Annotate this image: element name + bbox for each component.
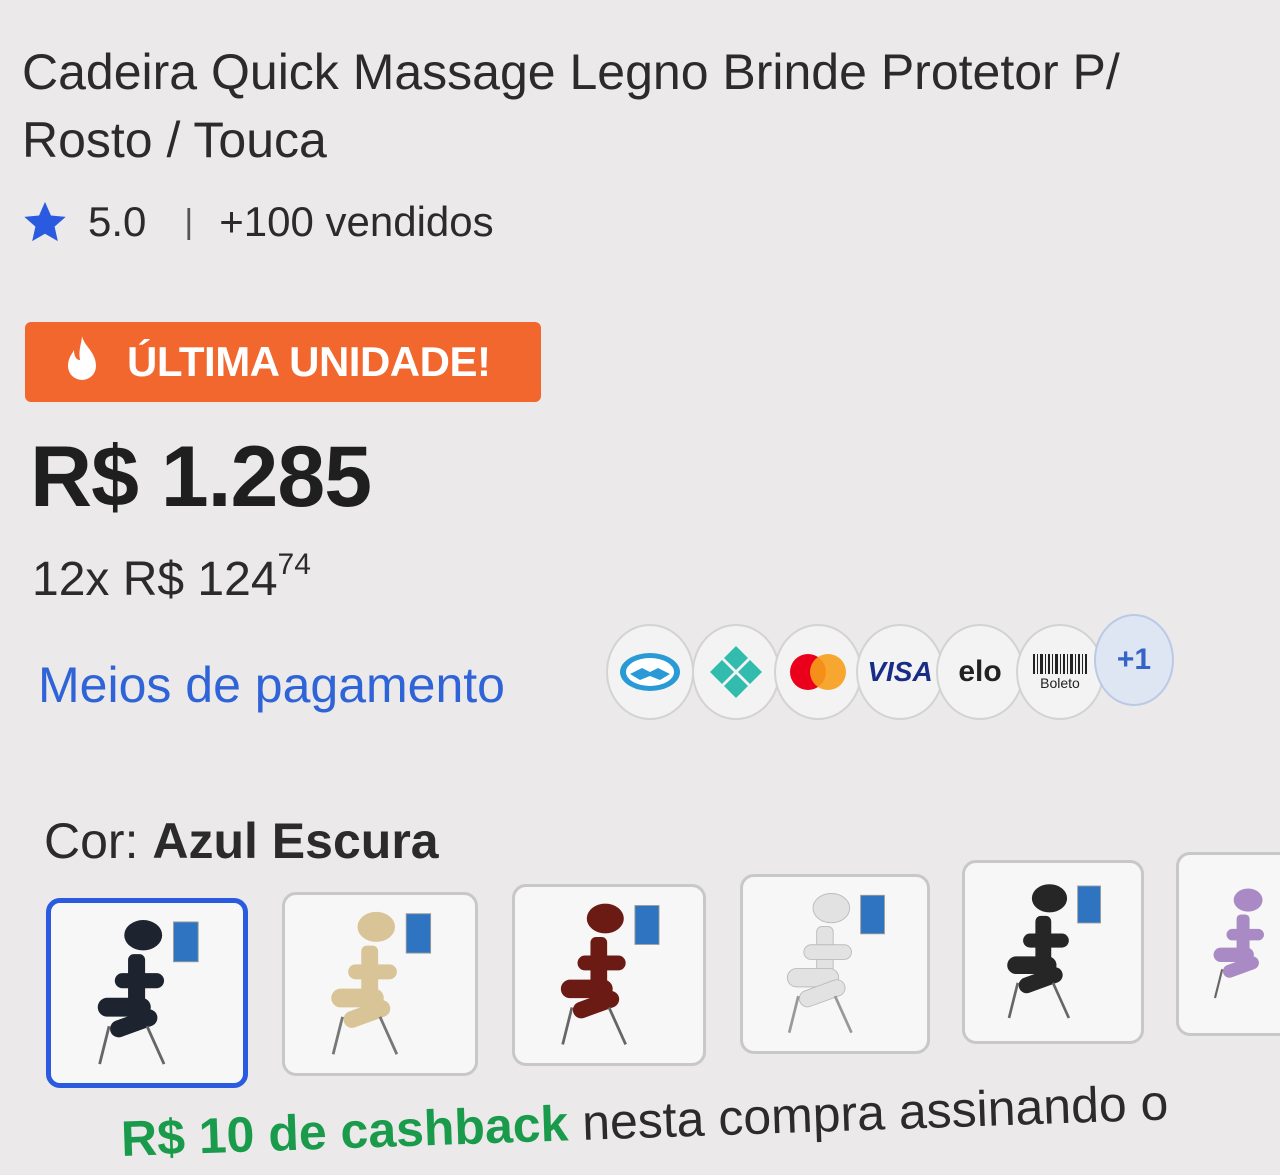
visa-label: VISA (867, 656, 933, 687)
badge-text: ÚLTIMA UNIDADE! (127, 338, 491, 385)
massage-chair-icon (97, 920, 199, 1065)
rating-row: 5.0 | +100 vendidos (22, 196, 494, 248)
color-selector-label: Cor: Azul Escura (44, 812, 439, 870)
installments: 12x R$ 12474 (32, 548, 311, 607)
payment-methods-link[interactable]: Meios de pagamento (38, 656, 505, 714)
more-payment-methods-button[interactable]: +1 (1094, 614, 1174, 706)
massage-chair-icon (1007, 884, 1101, 1019)
mastercard-icon (774, 624, 862, 720)
cashback-text: nesta compra assinando o (567, 1074, 1170, 1152)
star-icon (24, 201, 66, 242)
last-unit-badge: ÚLTIMA UNIDADE! (25, 322, 541, 402)
color-option-vinho[interactable] (512, 884, 706, 1066)
rating-separator: | (184, 202, 194, 241)
massage-chair-icon (331, 911, 432, 1055)
boleto-label: Boleto (1040, 675, 1080, 691)
mercado-pago-icon (606, 624, 694, 720)
color-option-bege[interactable] (282, 892, 478, 1076)
color-option-azul-escura[interactable] (46, 898, 248, 1088)
boleto-icon: Boleto (1016, 624, 1104, 720)
color-option-branca[interactable] (740, 874, 930, 1054)
pix-icon (692, 624, 780, 720)
selected-color: Azul Escura (152, 813, 439, 869)
massage-chair-icon (786, 893, 885, 1034)
rating-value[interactable]: 5.0 (88, 198, 146, 246)
installments-cents: 74 (277, 548, 311, 581)
color-option-lilas[interactable] (1176, 852, 1280, 1036)
elo-label: elo (958, 655, 1002, 688)
installments-amount: 12x R$ 124 (32, 553, 278, 606)
sold-count: +100 vendidos (219, 198, 494, 245)
elo-icon: elo (936, 624, 1024, 720)
massage-chair-icon (560, 903, 660, 1046)
color-label: Cor: (44, 813, 139, 869)
color-option-preta[interactable] (962, 860, 1144, 1044)
flame-icon (68, 336, 96, 380)
cashback-amount: R$ 10 de cashback (120, 1095, 570, 1167)
product-title: Cadeira Quick Massage Legno Brinde Prote… (22, 44, 1120, 168)
massage-chair-icon (1213, 888, 1264, 999)
barcode-icon (1033, 654, 1087, 674)
cashback-offer: R$ 10 de cashback nesta compra assinando… (120, 1073, 1169, 1168)
price: R$ 1.285 (30, 429, 372, 525)
visa-icon: VISA (856, 624, 944, 720)
